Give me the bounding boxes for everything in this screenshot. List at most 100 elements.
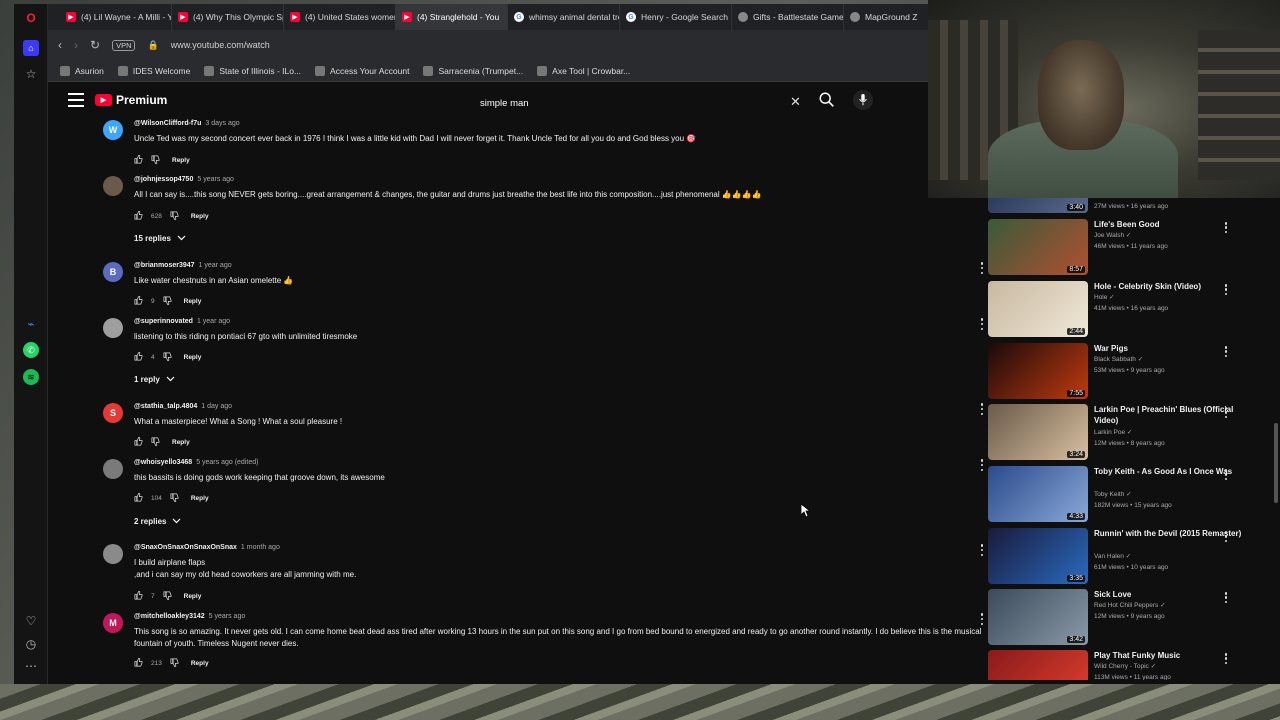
video-options-icon[interactable] — [1224, 346, 1228, 357]
comment-time[interactable]: 1 day ago — [201, 403, 232, 410]
video-title[interactable]: Sick Love — [1094, 589, 1244, 600]
video-thumbnail[interactable] — [988, 650, 1088, 680]
comment-author[interactable]: @whoisyello3468 — [134, 459, 192, 466]
comment-time[interactable]: 1 year ago — [197, 318, 230, 325]
dislike-icon[interactable] — [170, 658, 179, 669]
video-title[interactable]: Larkin Poe | Preachin' Blues (Official V… — [1094, 404, 1244, 426]
video-thumbnail[interactable]: 3:40 — [988, 198, 1088, 213]
dislike-icon[interactable] — [163, 591, 172, 602]
browser-tab[interactable]: ▶ (4) Why This Olympic Spo — [172, 4, 284, 30]
video-thumbnail[interactable]: 3:24 — [988, 404, 1088, 460]
dislike-icon[interactable] — [170, 211, 179, 222]
hamburger-menu-icon[interactable] — [68, 93, 84, 107]
dislike-icon[interactable] — [163, 352, 172, 363]
video-thumbnail[interactable]: 4:33 — [988, 466, 1088, 522]
comment-author[interactable]: @stathia_talp.4804 — [134, 403, 197, 410]
reply-button[interactable]: Reply — [184, 354, 202, 361]
like-icon[interactable] — [134, 435, 143, 448]
forward-icon[interactable]: › — [74, 38, 78, 52]
like-icon[interactable] — [134, 491, 143, 504]
video-options-icon[interactable] — [1224, 407, 1228, 418]
whatsapp-icon[interactable]: ✆ — [23, 342, 39, 358]
like-icon[interactable] — [134, 153, 143, 166]
comment-time[interactable]: 5 years ago (edited) — [196, 459, 258, 466]
channel-name[interactable]: Larkin Poe ✓ — [1094, 428, 1132, 436]
comment-options-icon[interactable] — [980, 459, 984, 471]
view-replies-button[interactable]: 2 replies — [134, 517, 181, 526]
bookmark-item[interactable]: State of Illinois - ILo... — [204, 65, 301, 76]
comment-author[interactable]: @superinnovated — [134, 318, 193, 325]
video-options-icon[interactable] — [1224, 531, 1228, 542]
comment-time[interactable]: 1 month ago — [241, 544, 280, 551]
comment-options-icon[interactable] — [980, 544, 984, 556]
dislike-icon[interactable] — [151, 155, 160, 166]
vpn-badge[interactable]: VPN — [112, 39, 136, 51]
browser-tab[interactable]: Gifts - Battlestate Games — [732, 4, 844, 30]
reply-button[interactable]: Reply — [191, 213, 209, 220]
dislike-icon[interactable] — [170, 493, 179, 504]
like-icon[interactable] — [134, 294, 143, 307]
reload-icon[interactable]: ↻ — [90, 38, 100, 52]
comment-author[interactable]: @johnjessop4750 — [134, 176, 193, 183]
video-options-icon[interactable] — [1224, 222, 1228, 233]
comment-author[interactable]: @WilsonClifford-f7u — [134, 120, 201, 127]
video-title[interactable]: War Pigs — [1094, 343, 1244, 354]
video-thumbnail[interactable]: 7:55 — [988, 343, 1088, 399]
back-icon[interactable]: ‹ — [58, 38, 62, 52]
recommended-video[interactable]: 3:35 Runnin' with the Devil (2015 Remaste… — [988, 528, 1266, 584]
browser-tab[interactable]: G Henry - Google Search — [620, 4, 732, 30]
microphone-icon[interactable] — [853, 90, 873, 110]
recommended-video[interactable]: 3:40 27M views • 16 years ago — [988, 198, 1266, 213]
avatar[interactable] — [103, 176, 123, 196]
star-icon[interactable]: ☆ — [23, 66, 39, 82]
reply-button[interactable]: Reply — [191, 495, 209, 502]
like-icon[interactable] — [134, 209, 143, 222]
comment-options-icon[interactable] — [980, 318, 984, 330]
recommended-video[interactable]: Play That Funky Music Wild Cherry - Topic… — [988, 650, 1266, 680]
avatar[interactable] — [103, 318, 123, 338]
reply-button[interactable]: Reply — [191, 660, 209, 667]
bookmark-item[interactable]: Axe Tool | Crowbar... — [537, 65, 630, 76]
view-replies-button[interactable]: 15 replies — [134, 234, 186, 243]
recommended-video[interactable]: 7:55 War Pigs Black Sabbath ✓ 53M views • 9… — [988, 343, 1266, 399]
recommended-video[interactable]: 3:42 Sick Love Red Hot Chili Peppers ✓ 12M … — [988, 589, 1266, 645]
heart-icon[interactable]: ♡ — [23, 613, 39, 629]
bookmark-item[interactable]: IDES Welcome — [117, 65, 190, 76]
clear-search-icon[interactable]: ✕ — [790, 94, 801, 110]
opera-logo-icon[interactable]: O — [23, 10, 39, 26]
more-icon[interactable]: ⋯ — [23, 658, 39, 674]
dislike-icon[interactable] — [151, 437, 160, 448]
recommended-video[interactable]: 3:24 Larkin Poe | Preachin' Blues (Offici… — [988, 404, 1266, 460]
url-field[interactable]: www.youtube.com/watch — [171, 40, 270, 50]
bookmark-item[interactable]: Sarracenia (Trumpet... — [423, 65, 523, 76]
recommended-video[interactable]: 2:44 Hole - Celebrity Skin (Video) Hole ✓ 4… — [988, 281, 1266, 337]
video-title[interactable]: Play That Funky Music — [1094, 650, 1244, 661]
browser-tab[interactable]: ▶ (4) United States women' — [284, 4, 396, 30]
avatar[interactable]: M — [103, 613, 123, 633]
comment-time[interactable]: 3 days ago — [205, 120, 239, 127]
reply-button[interactable]: Reply — [172, 439, 190, 446]
video-title[interactable]: Hole - Celebrity Skin (Video) — [1094, 281, 1244, 292]
comment-time[interactable]: 5 years ago — [197, 176, 234, 183]
channel-name[interactable]: Black Sabbath ✓ — [1094, 355, 1143, 363]
video-options-icon[interactable] — [1224, 469, 1228, 480]
dislike-icon[interactable] — [163, 296, 172, 307]
channel-name[interactable]: Wild Cherry - Topic ✓ — [1094, 662, 1156, 670]
video-thumbnail[interactable]: 8:57 — [988, 219, 1088, 275]
browser-tab[interactable]: ▶ (4) Stranglehold - You — [396, 4, 508, 30]
video-options-icon[interactable] — [1224, 592, 1228, 603]
messenger-icon[interactable]: ⌁ — [23, 316, 39, 332]
video-title[interactable]: Toby Keith - As Good As I Once Was — [1094, 466, 1244, 477]
video-title[interactable]: Life's Been Good — [1094, 219, 1244, 230]
search-input[interactable]: simple man — [476, 90, 806, 116]
comment-options-icon[interactable] — [980, 262, 984, 274]
browser-tab[interactable]: Gwhimsy animal dental tre — [508, 4, 620, 30]
spotify-icon[interactable]: ≋ — [23, 369, 39, 385]
bookmark-item[interactable]: Access Your Account — [315, 65, 409, 76]
reply-button[interactable]: Reply — [184, 298, 202, 305]
avatar[interactable]: W — [103, 120, 123, 140]
channel-name[interactable]: Joe Walsh ✓ — [1094, 231, 1131, 239]
channel-name[interactable]: Red Hot Chili Peppers ✓ — [1094, 601, 1166, 609]
comment-time[interactable]: 1 year ago — [199, 262, 232, 269]
comment-author[interactable]: @SnaxOnSnaxOnSnaxOnSnax — [134, 544, 237, 551]
